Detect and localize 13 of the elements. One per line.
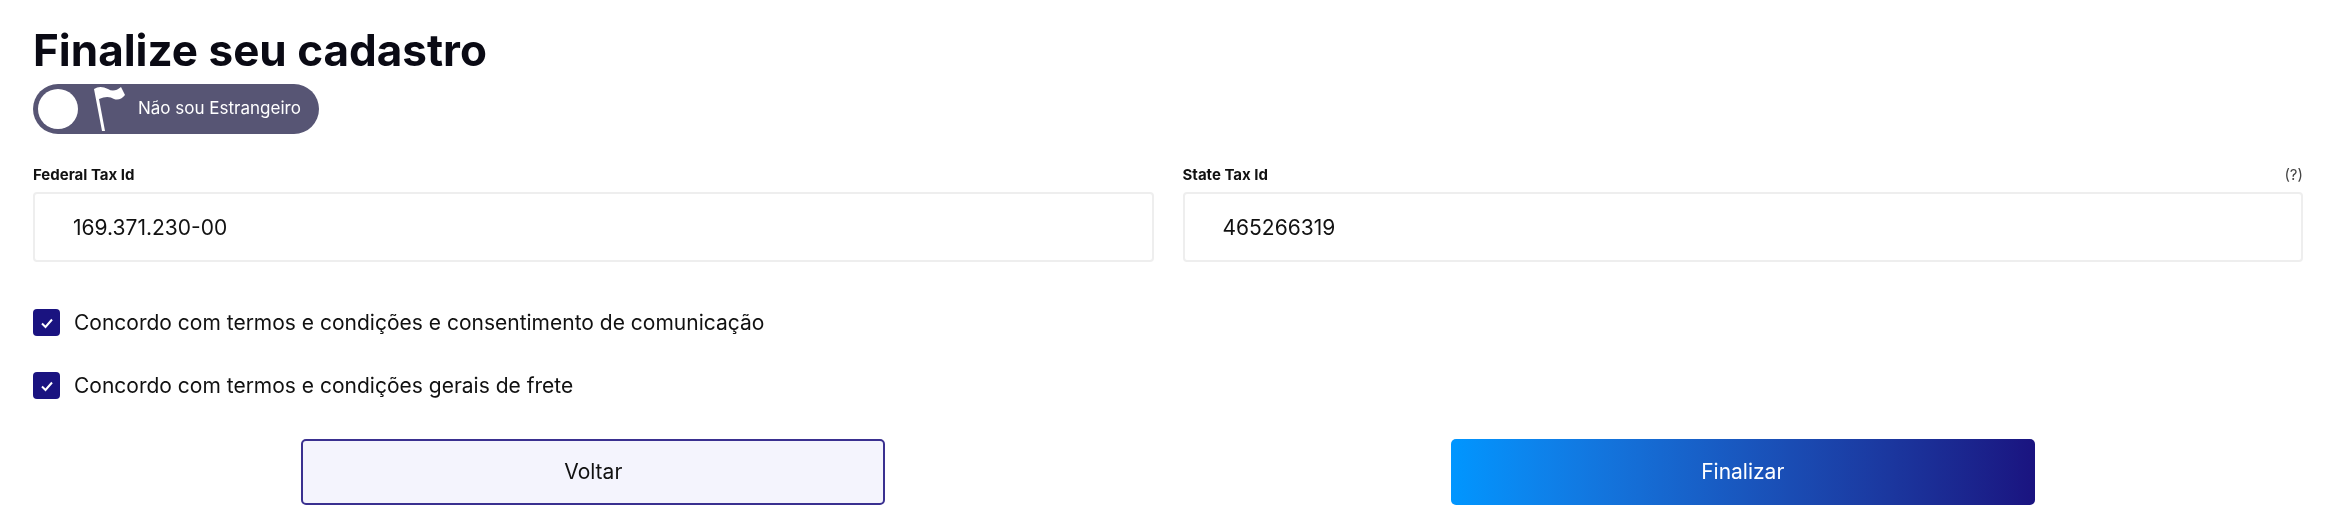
finish-button[interactable]: Finalizar [1450, 439, 2035, 505]
checkbox[interactable] [33, 309, 60, 336]
back-button[interactable]: Voltar [301, 439, 886, 505]
input-field[interactable]: 465266319 [1182, 192, 2303, 262]
field-label: Federal Tax Id [33, 163, 135, 186]
help-link[interactable]: (?) [2284, 163, 2303, 187]
field-label: State Tax Id [1182, 163, 1268, 186]
page-title: Finalize seu cadastro [33, 22, 488, 78]
checkbox-label: Concordo com termos e condições e consentimento de comunicação [74, 309, 765, 336]
checkbox[interactable] [33, 372, 60, 399]
checkbox-label: Concordo com termos e condições gerais de frete [74, 372, 574, 399]
foreigner-toggle[interactable]: Não sou Estrangeiro [33, 84, 319, 134]
input-field[interactable]: 169.371.230-00 [33, 192, 1154, 262]
